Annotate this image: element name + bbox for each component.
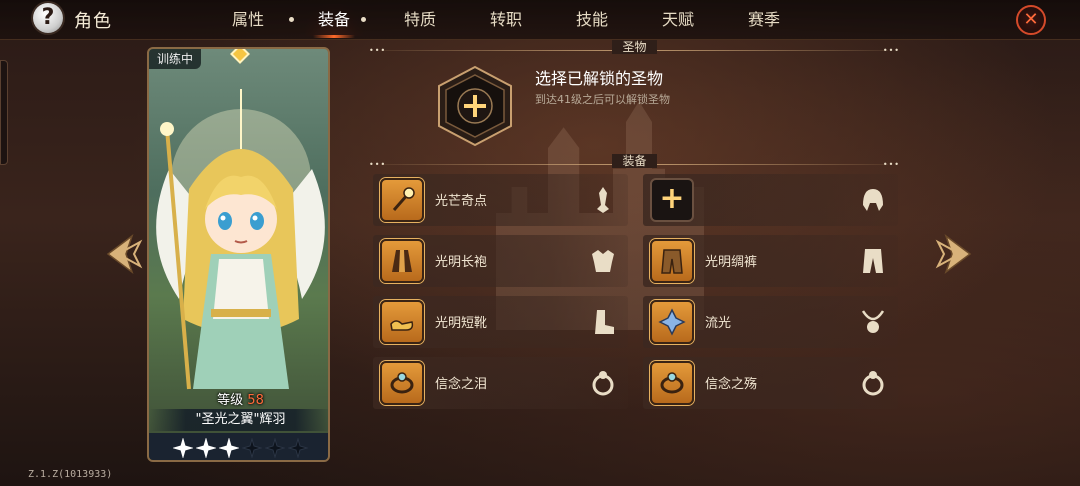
scepter-icon [380,178,424,222]
character-name: "圣光之翼"辉羽 [149,409,328,431]
relic-section-header: ••• ••• 圣物 [367,40,902,55]
tab-class-change[interactable]: 转职 [463,0,549,40]
relic-unlock-hint: 到达41级之后可以解锁圣物 [535,93,670,106]
tab-talents[interactable]: 天赋 [635,0,721,40]
armor-slot-icon [592,250,614,272]
add-icon[interactable]: + [650,178,694,222]
top-bar: ? 角色 属性 装备 特质 转职 技能 天赋 赛季 ✕ [0,0,1080,40]
star-rating [149,433,328,460]
close-button[interactable]: ✕ [1016,5,1046,35]
equipment-slot-weapon[interactable]: 光芒奇点 [373,174,628,226]
tab-attributes[interactable]: 属性 [205,0,291,40]
tab-skills[interactable]: 技能 [549,0,635,40]
equipment-slot-pants[interactable]: 光明绸裤 [643,235,898,287]
equipment-slot-necklace[interactable]: 流光 [643,296,898,348]
ring-icon [380,361,424,405]
help-icon[interactable]: ? [33,3,63,33]
equipment-slot-boots[interactable]: 光明短靴 [373,296,628,348]
ring-slot-icon [862,371,884,396]
item-name: 信念之泪 [435,377,488,392]
equipment-slot-armor[interactable]: 光明长袍 [373,235,628,287]
level-label: 等级 [217,393,244,408]
relic-title: 选择已解锁的圣物 [535,69,664,88]
item-name: 信念之殇 [705,377,758,392]
helmet-slot-icon [863,189,883,211]
weapon-slot-icon [597,187,609,213]
tab-separator [289,17,294,22]
star-empty-icon [242,437,262,458]
ring-icon [650,361,694,405]
tab-traits[interactable]: 特质 [377,0,463,40]
tab-bar: 属性 装备 特质 转职 技能 天赋 赛季 [205,0,807,40]
side-drawer-handle[interactable] [0,60,8,165]
add-relic-button[interactable] [434,65,516,147]
previous-character-arrow-icon[interactable] [106,232,144,276]
item-name: 流光 [705,316,732,331]
gem-icon [230,49,250,64]
star-empty-icon [265,437,285,458]
crystal-icon [650,300,694,344]
tab-separator [361,17,366,22]
equipment-slot-ring-1[interactable]: 信念之泪 [373,357,628,409]
character-level: 等级 58 [149,389,328,408]
tab-season[interactable]: 赛季 [721,0,807,40]
item-name: 光明绸裤 [705,255,758,270]
star-filled-icon [173,437,193,458]
character-portrait [156,89,325,390]
pants-icon [650,239,694,283]
ring-slot-icon [592,371,614,396]
equipment-section-header: ••• ••• 装备 [367,154,902,169]
character-card[interactable]: 训练中 等级 58 "圣光之翼"辉羽 [147,47,330,462]
item-name: 光明长袍 [435,255,488,270]
equipment-slot-helmet[interactable]: + [643,174,898,226]
boots-slot-icon [595,310,614,334]
equipment-section-label: 装备 [612,154,657,168]
relic-section-label: 圣物 [612,40,657,54]
equipment-slot-ring-2[interactable]: 信念之殇 [643,357,898,409]
page-title: 角色 [74,11,112,32]
boots-icon [380,300,424,344]
pants-slot-icon [863,249,883,273]
level-value: 58 [247,393,264,408]
star-filled-icon [196,437,216,458]
star-empty-icon [288,437,308,458]
next-character-arrow-icon[interactable] [934,232,972,276]
item-name: 光芒奇点 [435,194,488,209]
star-filled-icon [219,437,239,458]
training-status-badge: 训练中 [149,49,202,69]
item-name: 光明短靴 [435,316,488,331]
necklace-slot-icon [861,310,885,333]
version-label: Z.1.Z(1013933) [28,469,113,480]
robe-icon [380,239,424,283]
